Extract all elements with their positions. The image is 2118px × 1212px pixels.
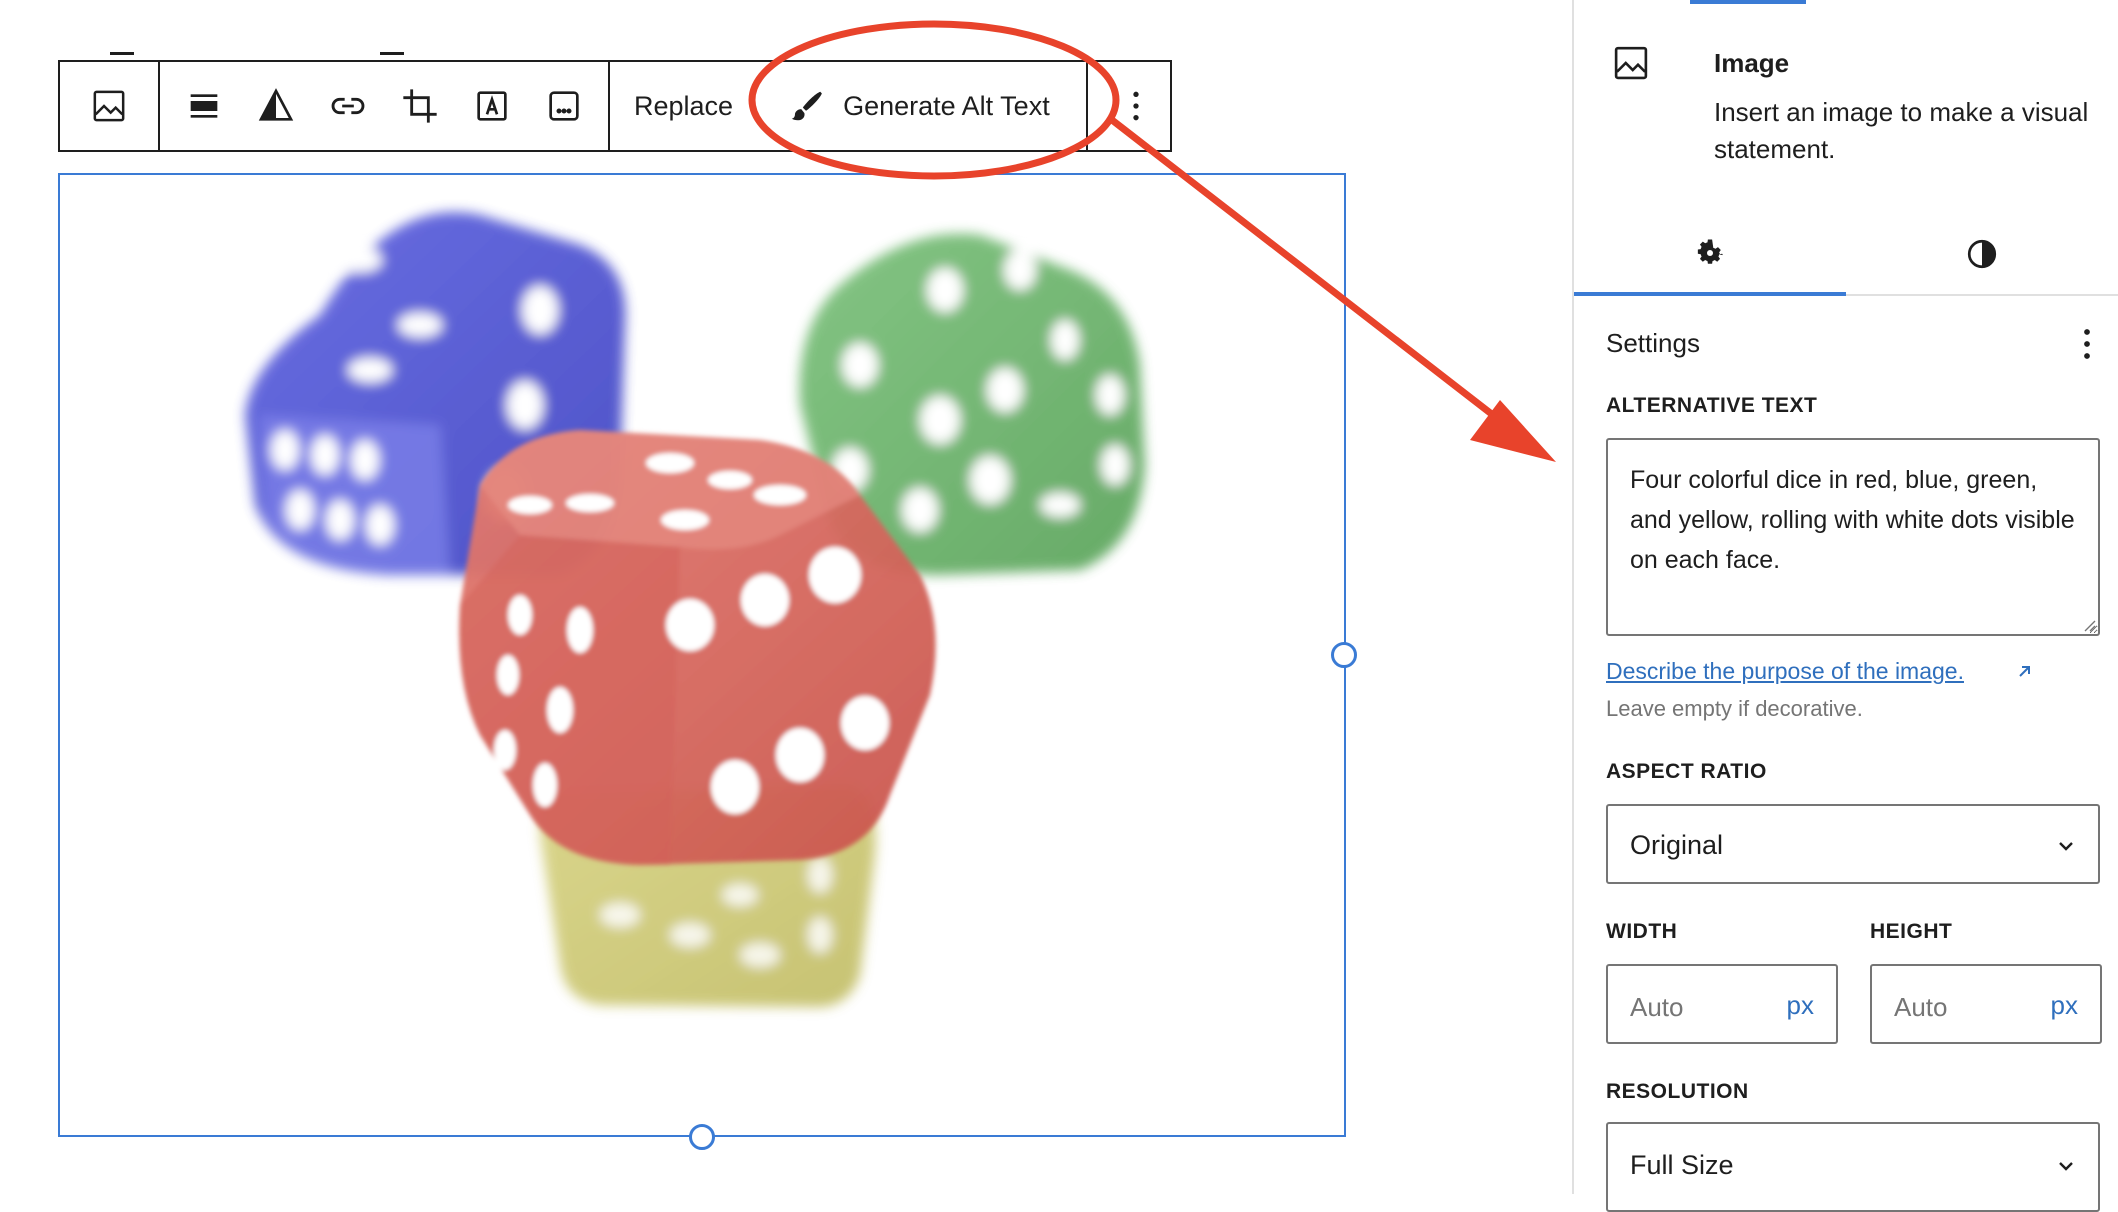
image-block-button[interactable] [60, 62, 158, 150]
block-description: Insert an image to make a visual stateme… [1714, 97, 2089, 164]
chevron-down-icon [2059, 842, 2073, 851]
height-label: HEIGHT [1870, 920, 1953, 943]
width-label: WIDTH [1606, 920, 1678, 943]
crop-button[interactable] [384, 62, 456, 150]
height-placeholder: Auto [1894, 992, 1948, 1022]
crop-icon [403, 89, 437, 123]
generate-alt-text-button[interactable]: Generate Alt Text [757, 87, 1086, 125]
width-unit[interactable]: px [1787, 990, 1814, 1021]
alt-text-help: Leave empty if decorative. [1606, 696, 1863, 721]
align-icon [190, 94, 218, 118]
brush-icon [791, 91, 822, 121]
half-circle-icon [1967, 239, 1997, 269]
more-options-group [1088, 62, 1184, 150]
text-overlay-icon [477, 91, 507, 121]
block-title: Image [1714, 48, 1790, 78]
image-icon [1614, 46, 1648, 80]
width-input[interactable]: Auto px [1606, 964, 1838, 1044]
block-toolbar: Replace Generate Alt Text [58, 60, 1172, 152]
replace-button[interactable]: Replace [610, 62, 757, 150]
resolution-label: RESOLUTION [1606, 1080, 1749, 1103]
caption-icon [549, 91, 579, 121]
height-unit[interactable]: px [2051, 990, 2078, 1021]
alt-text-field[interactable]: Four colorful dice in red, blue, green, … [1606, 438, 2100, 636]
more-vertical-icon [1133, 91, 1139, 121]
resolution-value: Full Size [1630, 1150, 1734, 1180]
settings-panel-title: Settings [1606, 328, 1700, 358]
chevron-down-icon [2059, 1162, 2073, 1171]
aspect-ratio-value: Original [1630, 830, 1724, 860]
duotone-icon [258, 88, 294, 121]
resize-handle-right[interactable] [1331, 642, 1357, 668]
dice-image [245, 212, 1145, 1007]
align-button[interactable] [168, 62, 240, 150]
replace-group: Replace Generate Alt Text [610, 62, 1088, 150]
image-block[interactable] [58, 173, 1357, 1150]
external-link-icon [2019, 666, 2030, 677]
text-overlay-button[interactable] [456, 62, 528, 150]
width-placeholder: Auto [1630, 992, 1684, 1022]
aspect-ratio-label: ASPECT RATIO [1606, 760, 1767, 783]
format-tools-group [160, 62, 610, 150]
more-options-button[interactable] [1088, 62, 1184, 150]
height-input[interactable]: Auto px [1870, 964, 2102, 1044]
sidebar-tabs [1574, 214, 2118, 296]
generate-alt-text-label: Generate Alt Text [843, 90, 1050, 121]
alt-text-label: ALTERNATIVE TEXT [1606, 394, 1818, 417]
annotation-arrow-head [1470, 400, 1556, 462]
resize-handle-bottom[interactable] [689, 1124, 715, 1150]
resolution-select[interactable]: Full Size [1606, 1122, 2100, 1212]
describe-purpose-link[interactable]: Describe the purpose of the image. [1606, 658, 1964, 685]
panel-options-icon[interactable] [2072, 326, 2102, 362]
caption-button[interactable] [528, 62, 600, 150]
block-type-group [60, 62, 160, 150]
block-settings-sidebar: Image Insert an image to make a visual s… [1572, 0, 2118, 1212]
tab-settings[interactable] [1574, 214, 1846, 296]
gear-icon [1697, 239, 1723, 264]
image-icon [93, 90, 125, 122]
duotone-button[interactable] [240, 62, 312, 150]
tab-styles[interactable] [1846, 214, 2118, 294]
resize-grip-icon[interactable] [2082, 618, 2096, 632]
link-button[interactable] [312, 62, 384, 150]
sidebar-active-tab-indicator [1690, 0, 1806, 4]
aspect-ratio-select[interactable]: Original [1606, 804, 2100, 884]
link-icon [331, 97, 365, 115]
